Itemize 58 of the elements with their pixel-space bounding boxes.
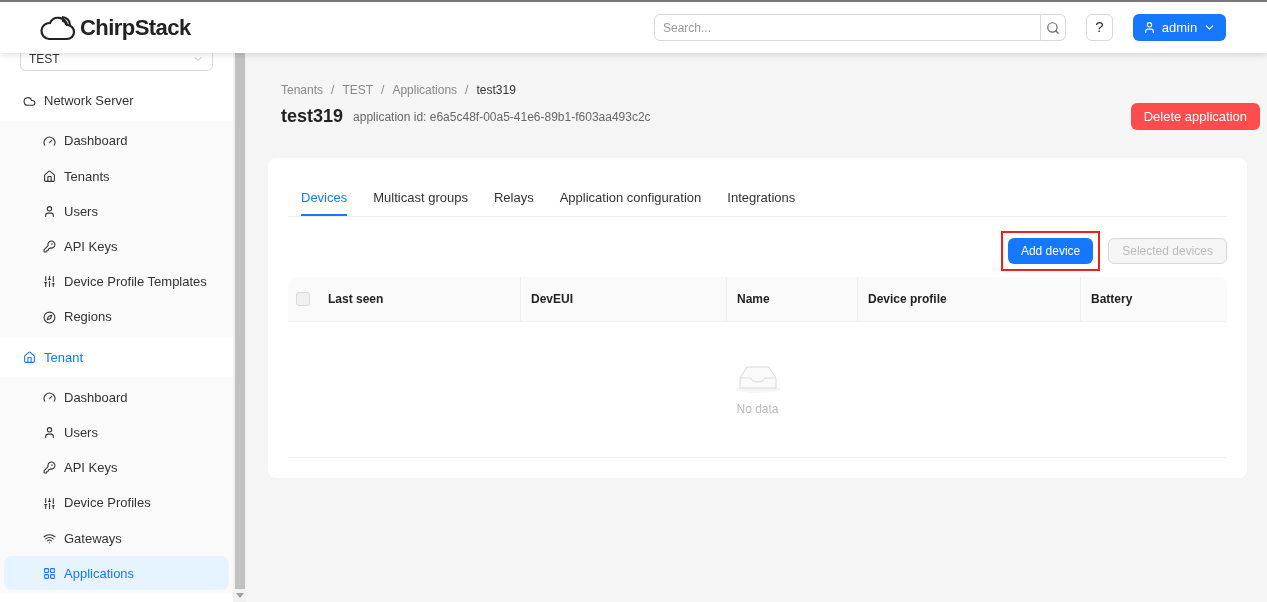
user-icon bbox=[43, 426, 56, 440]
action-button[interactable]: Add device bbox=[1007, 238, 1094, 264]
menu-item[interactable]: Device Profile Templates bbox=[4, 264, 229, 299]
tenant-select[interactable]: TEST bbox=[20, 53, 213, 71]
menu-item[interactable]: Users bbox=[4, 194, 229, 229]
grid-icon bbox=[43, 566, 56, 580]
application-id: application id: e6a5c48f-00a5-41e6-89b1-f603aa493c2c bbox=[353, 108, 651, 126]
menu-group[interactable]: Tenant bbox=[0, 337, 233, 378]
menu-item[interactable]: Applications bbox=[4, 556, 229, 591]
menu-item[interactable]: Dashboard bbox=[4, 124, 229, 159]
help-button[interactable]: ? bbox=[1086, 14, 1113, 41]
menu-item[interactable]: Device Profiles bbox=[4, 486, 229, 521]
breadcrumb-separator: / bbox=[331, 82, 335, 99]
tab[interactable]: Relays bbox=[493, 182, 534, 216]
scroll-down-icon[interactable] bbox=[235, 593, 244, 598]
cloud-icon bbox=[23, 94, 36, 108]
page-title: test319 bbox=[281, 105, 344, 128]
user-menu-button[interactable]: admin bbox=[1133, 14, 1226, 41]
column-header[interactable]: DevEUI bbox=[531, 290, 574, 308]
breadcrumb-current: test319 bbox=[476, 82, 516, 99]
wifi-icon bbox=[43, 531, 56, 545]
user-icon bbox=[1142, 21, 1156, 34]
house-icon bbox=[43, 169, 56, 183]
tab[interactable]: Application configuration bbox=[559, 182, 702, 216]
menu-item[interactable]: Dashboard bbox=[4, 380, 229, 415]
menu-item[interactable]: Tenants bbox=[4, 159, 229, 194]
tab[interactable]: Multicast groups bbox=[373, 182, 468, 216]
column-header[interactable]: Last seen bbox=[328, 290, 384, 308]
select-all-checkbox[interactable] bbox=[296, 292, 310, 306]
gauge-icon bbox=[43, 134, 56, 148]
menu-item[interactable]: Users bbox=[4, 415, 229, 450]
menu-item[interactable]: API Keys bbox=[4, 450, 229, 485]
house-icon bbox=[23, 350, 36, 364]
menu-item[interactable]: API Keys bbox=[4, 229, 229, 264]
column-header[interactable]: Device profile bbox=[868, 290, 947, 308]
search-button[interactable] bbox=[1041, 14, 1066, 41]
column-header[interactable]: Battery bbox=[1091, 290, 1133, 308]
breadcrumb-separator: / bbox=[465, 82, 469, 99]
logo-text: ChirpStack bbox=[80, 14, 191, 42]
menu-group[interactable]: Network Server bbox=[0, 81, 233, 121]
scrollbar[interactable] bbox=[233, 53, 246, 602]
tab[interactable]: Devices bbox=[301, 182, 348, 216]
menu-item[interactable]: Regions bbox=[4, 300, 229, 335]
compass-icon bbox=[43, 310, 56, 324]
breadcrumb-separator: / bbox=[381, 82, 385, 99]
search-field[interactable]: Search... bbox=[654, 14, 1041, 41]
search-icon bbox=[1046, 20, 1060, 35]
column-header[interactable]: Name bbox=[737, 290, 770, 308]
key-icon bbox=[43, 461, 56, 475]
key-icon bbox=[43, 240, 56, 254]
sliders-icon bbox=[43, 496, 56, 510]
gauge-icon bbox=[43, 391, 56, 404]
cloud-logo-icon bbox=[40, 13, 76, 42]
user-icon bbox=[43, 205, 56, 219]
tab[interactable]: Integrations bbox=[727, 182, 796, 216]
menu-item[interactable]: Gateways bbox=[4, 521, 229, 556]
sliders-icon bbox=[43, 275, 56, 289]
empty-text: No data bbox=[736, 400, 779, 418]
